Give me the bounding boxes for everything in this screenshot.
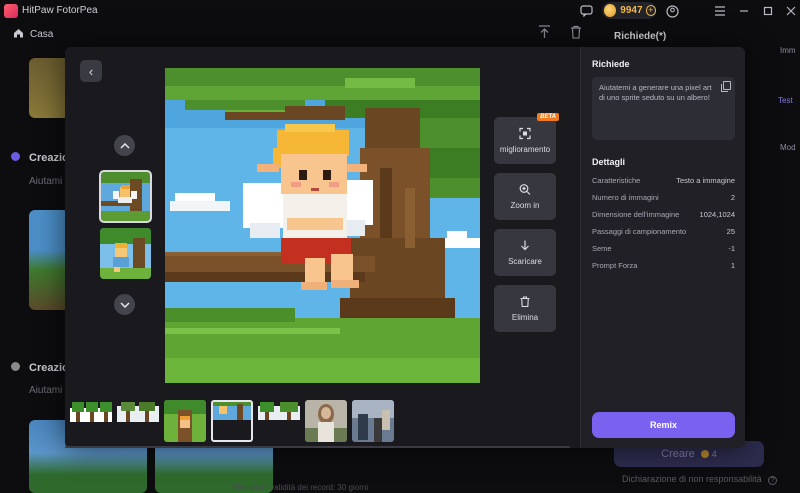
detail-row: Seme -1 (592, 244, 735, 255)
image-detail-modal: ‹ BETA miglioramento Zoom in Scaricare E… (65, 47, 745, 448)
detail-value: 1 (730, 261, 735, 270)
details-panel: Richiede Aiutatemi a generare una pixel … (580, 47, 745, 448)
strip-scrollbar[interactable] (65, 446, 570, 448)
section-icon (11, 152, 20, 161)
enhance-button[interactable]: BETA miglioramento (494, 113, 559, 164)
chat-icon[interactable] (578, 3, 594, 19)
chevron-up-icon (119, 142, 130, 149)
navbar: Casa (0, 22, 800, 44)
zoom-in-label: Zoom in (510, 201, 540, 210)
prompt-title: Richiede (592, 59, 630, 69)
coin-count: 9947 (620, 5, 643, 16)
app-logo (4, 4, 18, 18)
bg-thumbnail (29, 210, 69, 310)
delete-label: Elimina (511, 313, 539, 322)
strip-thumbnail[interactable] (164, 400, 206, 442)
prompt-box: Aiutatemi a generare una pixel art di un… (592, 77, 735, 140)
close-icon[interactable] (783, 3, 799, 19)
main-image (165, 68, 480, 383)
bg-section-subtitle: Aiutami (29, 176, 63, 187)
details-title: Dettagli (592, 157, 626, 167)
trash-icon (520, 296, 530, 308)
back-button[interactable]: ‹ (80, 60, 102, 82)
bg-thumbnail (29, 58, 69, 118)
account-icon[interactable] (664, 3, 680, 19)
menu-icon[interactable] (712, 3, 728, 19)
detail-value: Testo a immagine (676, 176, 735, 185)
bg-tab-image[interactable]: Imm (780, 46, 796, 55)
bg-section-subtitle: Aiutami (29, 385, 63, 396)
enhance-label: miglioramento (499, 145, 551, 154)
detail-key: Dimensione dell'immagine (592, 210, 680, 219)
side-thumbnail-2[interactable] (100, 228, 151, 279)
coin-balance[interactable]: 9947 + (602, 2, 656, 19)
detail-key: Numero di immagini (592, 193, 659, 202)
validity-note: Periodo di validità dei record: 30 giorn… (232, 483, 369, 492)
home-icon[interactable] (13, 28, 24, 38)
coin-icon (604, 4, 617, 17)
strip-thumbnail-selected[interactable] (211, 400, 253, 442)
detail-value: 25 (726, 227, 735, 236)
enhance-icon (519, 127, 531, 140)
create-label: Creare (661, 448, 695, 460)
detail-value: -1 (728, 244, 735, 253)
detail-key: Seme (592, 244, 612, 253)
image-viewer: ‹ BETA miglioramento Zoom in Scaricare E… (65, 47, 580, 448)
remix-button[interactable]: Remix (592, 412, 735, 438)
detail-row: Dimensione dell'immagine 1024,1024 (592, 210, 735, 221)
strip-thumbnail[interactable] (352, 400, 394, 442)
title-bar: HitPaw FotorPea 9947 + (0, 0, 800, 22)
detail-key: Passaggi di campionamento (592, 227, 687, 236)
app-title: HitPaw FotorPea (22, 5, 98, 16)
detail-row: Passaggi di campionamento 25 (592, 227, 735, 238)
copy-icon[interactable] (721, 81, 731, 92)
detail-value: 2 (730, 193, 735, 202)
strip-thumbnail[interactable] (258, 400, 300, 442)
chevron-down-icon (119, 301, 130, 308)
help-icon: ? (768, 476, 778, 485)
beta-badge: BETA (537, 113, 559, 121)
maximize-icon[interactable] (760, 3, 776, 19)
download-button[interactable]: Scaricare (494, 229, 556, 276)
chevron-left-icon: ‹ (88, 63, 94, 79)
zoom-in-icon (519, 184, 531, 195)
strip-thumbnail[interactable] (305, 400, 347, 442)
minimize-icon[interactable] (736, 3, 752, 19)
scroll-up-button[interactable] (114, 135, 135, 156)
disclaimer-link[interactable]: Dichiarazione di non responsabilità ? (622, 474, 778, 485)
bg-tab-model[interactable]: Mod (780, 143, 796, 152)
disclaimer-label: Dichiarazione di non responsabilità (622, 474, 762, 484)
prompt-text: Aiutatemi a generare una pixel art di un… (599, 83, 712, 102)
detail-key: Prompt Forza (592, 261, 638, 270)
strip-thumbnail[interactable] (70, 400, 112, 442)
bg-section-title: Creazio (29, 152, 69, 164)
detail-row: Numero di immagini 2 (592, 193, 735, 204)
home-link[interactable]: Casa (30, 29, 53, 40)
delete-button[interactable]: Elimina (494, 285, 556, 332)
scroll-down-button[interactable] (114, 294, 135, 315)
bg-tab-text[interactable]: Test (778, 96, 793, 105)
create-cost: 4 (711, 449, 717, 459)
zoom-in-button[interactable]: Zoom in (494, 173, 556, 220)
bg-section-title: Creazio (29, 362, 69, 374)
side-thumbnail-1[interactable] (99, 170, 152, 223)
bg-prompt-title: Richiede(*) (614, 31, 667, 42)
add-coins-button[interactable]: + (645, 5, 656, 16)
detail-row: Caratteristiche Testo a immagine (592, 176, 735, 187)
download-icon (521, 240, 529, 251)
detail-key: Caratteristiche (592, 176, 641, 185)
detail-value: 1024,1024 (699, 210, 735, 219)
section-icon (11, 362, 20, 371)
upload-icon[interactable] (538, 25, 551, 42)
coin-icon (700, 450, 709, 458)
delete-icon[interactable] (570, 25, 582, 42)
download-label: Scaricare (508, 257, 542, 266)
strip-thumbnail[interactable] (117, 400, 159, 442)
detail-row: Prompt Forza 1 (592, 261, 735, 272)
